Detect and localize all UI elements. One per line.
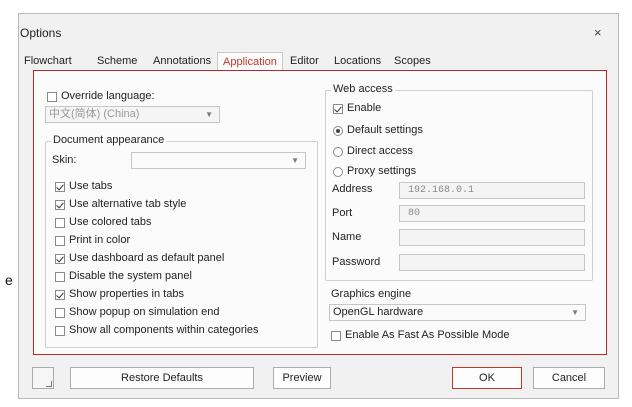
language-value: 中文(简体) (China) xyxy=(49,108,140,120)
use-colored-tabs-label: Use colored tabs xyxy=(69,216,152,228)
restore-defaults-button[interactable]: Restore Defaults xyxy=(70,367,254,389)
use-alternative-tab-style-checkbox[interactable] xyxy=(55,200,65,210)
use-tabs-checkbox[interactable] xyxy=(55,182,65,192)
port-label: Port xyxy=(332,207,353,219)
background-app xyxy=(0,0,632,13)
direct-access-label: Direct access xyxy=(347,145,414,157)
disable-system-panel-label: Disable the system panel xyxy=(69,270,192,282)
tab-application[interactable]: Application xyxy=(217,52,283,71)
port-field[interactable]: 80 xyxy=(399,205,585,222)
web-access-title: Web access xyxy=(331,83,395,95)
tab-locations[interactable]: Locations xyxy=(334,55,381,67)
show-popup-checkbox[interactable] xyxy=(55,308,65,318)
chevron-down-icon: ▼ xyxy=(205,110,213,119)
fast-mode-checkbox[interactable] xyxy=(331,331,341,341)
cancel-button[interactable]: Cancel xyxy=(533,367,605,389)
resize-grip-icon xyxy=(46,381,52,387)
skin-label: Skin: xyxy=(52,154,77,166)
preview-button[interactable]: Preview xyxy=(273,367,331,389)
language-select[interactable]: 中文(简体) (China) ▼ xyxy=(45,106,220,123)
document-appearance-title: Document appearance xyxy=(51,134,167,146)
direct-access-radio[interactable] xyxy=(333,147,343,157)
show-all-components-checkbox[interactable] xyxy=(55,326,65,336)
name-label: Name xyxy=(332,231,362,243)
graphics-engine-value: OpenGL hardware xyxy=(333,306,424,318)
enable-web-access-label: Enable xyxy=(347,102,382,114)
background-text-fragment: e xyxy=(5,272,13,288)
tab-scopes[interactable]: Scopes xyxy=(394,55,431,67)
background-app-right xyxy=(620,0,632,407)
show-properties-in-tabs-checkbox[interactable] xyxy=(55,290,65,300)
graphics-engine-select[interactable]: OpenGL hardware ▼ xyxy=(329,304,586,321)
background-app-bottom xyxy=(0,398,632,407)
disable-system-panel-checkbox[interactable] xyxy=(55,272,65,282)
chevron-down-icon: ▼ xyxy=(291,156,299,165)
tab-flowchart[interactable]: Flowchart xyxy=(24,55,72,67)
use-dashboard-checkbox[interactable] xyxy=(55,254,65,264)
tab-scheme[interactable]: Scheme xyxy=(97,55,137,67)
background-app-left xyxy=(0,0,18,407)
fast-mode-label: Enable As Fast As Possible Mode xyxy=(345,329,510,341)
ok-button[interactable]: OK xyxy=(452,367,522,389)
print-in-color-checkbox[interactable] xyxy=(55,236,65,246)
password-field[interactable] xyxy=(399,254,585,271)
use-tabs-label: Use tabs xyxy=(69,180,113,192)
use-colored-tabs-checkbox[interactable] xyxy=(55,218,65,228)
name-field[interactable] xyxy=(399,229,585,246)
skin-select[interactable]: ▼ xyxy=(131,152,306,169)
use-alternative-tab-style-label: Use alternative tab style xyxy=(69,198,187,210)
override-language-label: Override language: xyxy=(61,90,155,102)
dialog-title: Options xyxy=(20,26,62,40)
show-properties-in-tabs-label: Show properties in tabs xyxy=(69,288,184,300)
proxy-settings-radio[interactable] xyxy=(333,167,343,177)
default-settings-label: Default settings xyxy=(347,124,423,136)
enable-web-access-checkbox[interactable] xyxy=(333,104,343,114)
use-dashboard-label: Use dashboard as default panel xyxy=(69,252,225,264)
close-icon[interactable]: × xyxy=(594,25,602,40)
tab-annotations[interactable]: Annotations xyxy=(153,55,211,67)
password-label: Password xyxy=(332,256,381,268)
show-all-components-label: Show all components within categories xyxy=(69,324,259,336)
override-language-checkbox[interactable] xyxy=(47,92,57,102)
address-field[interactable]: 192.168.0.1 xyxy=(399,182,585,199)
resize-grip-button[interactable] xyxy=(32,367,54,389)
show-popup-label: Show popup on simulation end xyxy=(69,306,220,318)
proxy-settings-label: Proxy settings xyxy=(347,165,417,177)
graphics-engine-label: Graphics engine xyxy=(331,288,412,300)
default-settings-radio[interactable] xyxy=(333,126,343,136)
print-in-color-label: Print in color xyxy=(69,234,131,246)
chevron-down-icon: ▼ xyxy=(571,308,579,317)
tab-editor[interactable]: Editor xyxy=(290,55,319,67)
address-label: Address xyxy=(332,183,373,195)
